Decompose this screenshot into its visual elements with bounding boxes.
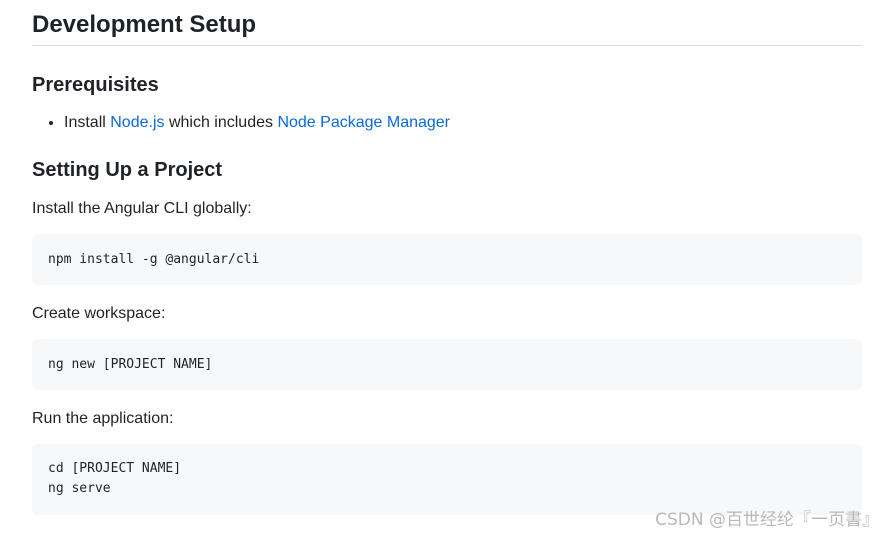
step-create-workspace-text: Create workspace:: [32, 305, 166, 322]
markdown-body: Development Setup Prerequisites Install …: [32, 0, 862, 515]
list-item-middle: which includes: [164, 114, 278, 131]
prerequisites-list: Install Node.js which includes Node Pack…: [32, 112, 862, 134]
page-title: Development Setup: [32, 0, 862, 46]
list-item: Install Node.js which includes Node Pack…: [64, 112, 862, 134]
code-block-create-workspace[interactable]: ng new [PROJECT NAME]: [32, 339, 862, 390]
csdn-watermark: CSDN @百世经纶『一页書』: [655, 510, 879, 530]
step-run-app-text: Run the application:: [32, 410, 174, 427]
prerequisites-heading: Prerequisites: [32, 74, 159, 96]
nodejs-link[interactable]: Node.js: [110, 114, 164, 131]
list-item-prefix: Install: [64, 114, 111, 131]
setup-heading: Setting Up a Project: [32, 159, 223, 181]
code-block-install-cli[interactable]: npm install -g @angular/cli: [32, 234, 862, 285]
step-install-cli-text: Install the Angular CLI globally:: [32, 200, 252, 217]
npm-link[interactable]: Node Package Manager: [277, 114, 450, 131]
